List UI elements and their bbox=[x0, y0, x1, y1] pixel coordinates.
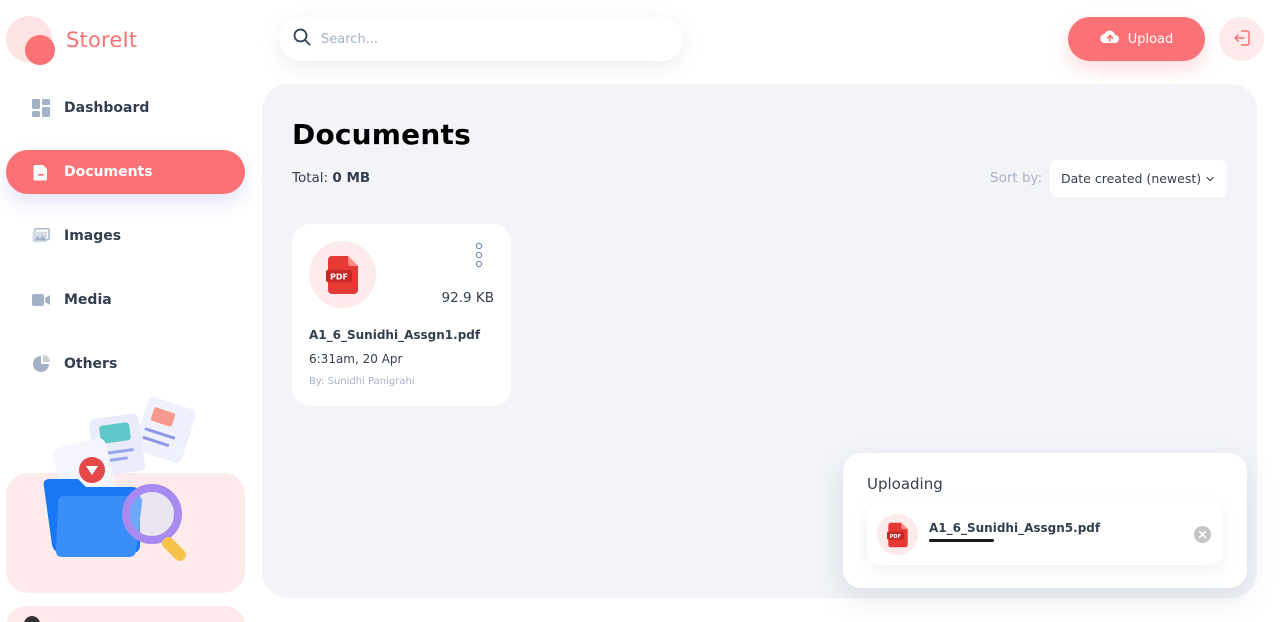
sidebar-item-images[interactable]: Images bbox=[6, 214, 245, 258]
sidebar-item-label: Dashboard bbox=[64, 100, 150, 116]
upload-progress-bar bbox=[929, 539, 994, 542]
search-input[interactable] bbox=[321, 31, 651, 47]
upload-button-label: Upload bbox=[1127, 31, 1174, 47]
chevron-down-icon bbox=[1205, 172, 1215, 187]
pdf-badge-label: PDF bbox=[889, 533, 901, 539]
page-title: Documents bbox=[292, 118, 471, 151]
sort-select[interactable]: Date created (newest) bbox=[1050, 160, 1227, 197]
sidebar-item-documents[interactable]: Documents bbox=[6, 150, 245, 194]
sidebar-item-label: Media bbox=[64, 292, 112, 308]
file-size: 92.9 KB bbox=[441, 290, 494, 306]
documents-icon bbox=[32, 163, 50, 181]
images-icon bbox=[32, 227, 50, 245]
search-bar[interactable] bbox=[279, 17, 683, 61]
dashboard-icon bbox=[32, 99, 50, 117]
search-icon bbox=[293, 28, 311, 50]
total-value: 0 MB bbox=[332, 170, 371, 186]
sort-label: Sort by: bbox=[990, 170, 1043, 186]
close-icon[interactable] bbox=[1194, 526, 1211, 543]
file-name[interactable]: A1_6_Sunidhi_Assgn1.pdf bbox=[309, 328, 480, 342]
sidebar-item-dashboard[interactable]: Dashboard bbox=[6, 86, 245, 130]
sidebar-nav: Dashboard Documents Images Media Others bbox=[6, 86, 245, 406]
avatar bbox=[24, 616, 40, 622]
logo[interactable]: StoreIt bbox=[6, 16, 137, 68]
folder-illustration-icon bbox=[40, 392, 210, 567]
sidebar-item-others[interactable]: Others bbox=[6, 342, 245, 386]
upload-button[interactable]: Upload bbox=[1068, 17, 1205, 61]
user-profile-card[interactable] bbox=[6, 606, 245, 622]
app-root: StoreIt Dashboard Documents Images Media… bbox=[0, 0, 1280, 622]
file-date: 6:31am, 20 Apr bbox=[309, 352, 403, 366]
total-size: Total: 0 MB bbox=[292, 170, 370, 186]
sidebar-item-label: Documents bbox=[64, 164, 153, 180]
upload-progress-fill bbox=[929, 539, 994, 542]
sort-select-value: Date created (newest) bbox=[1061, 171, 1202, 186]
others-icon bbox=[32, 355, 50, 373]
pdf-badge-label: PDF bbox=[330, 272, 348, 281]
toast-title: Uploading bbox=[867, 475, 943, 493]
file-card[interactable]: PDF 92.9 KB A1_6_Sunidhi_Assgn1.pdf 6:31… bbox=[292, 224, 511, 406]
upload-item: PDF A1_6_Sunidhi_Assgn5.pdf bbox=[867, 503, 1223, 565]
sidebar-item-label: Images bbox=[64, 228, 122, 244]
sidebar-item-label: Others bbox=[64, 356, 118, 372]
media-icon bbox=[32, 291, 50, 309]
uploading-toast: Uploading PDF A1_6_Sunidhi_Assgn5.pdf bbox=[843, 453, 1247, 588]
logout-icon bbox=[1233, 29, 1251, 50]
upload-file-name: A1_6_Sunidhi_Assgn5.pdf bbox=[929, 521, 1101, 535]
file-owner: By: Sunidhi Panigrahi bbox=[309, 376, 415, 387]
logout-button[interactable] bbox=[1219, 17, 1264, 61]
pdf-file-icon: PDF bbox=[877, 514, 918, 555]
pdf-file-icon: PDF bbox=[309, 241, 376, 308]
more-options-icon[interactable] bbox=[470, 240, 488, 270]
logo-icon bbox=[6, 16, 58, 68]
cloud-upload-icon bbox=[1099, 29, 1128, 49]
sidebar: StoreIt Dashboard Documents Images Media… bbox=[0, 0, 262, 622]
logo-text: StoreIt bbox=[66, 28, 138, 52]
total-label: Total: bbox=[292, 170, 329, 186]
sidebar-item-media[interactable]: Media bbox=[6, 278, 245, 322]
